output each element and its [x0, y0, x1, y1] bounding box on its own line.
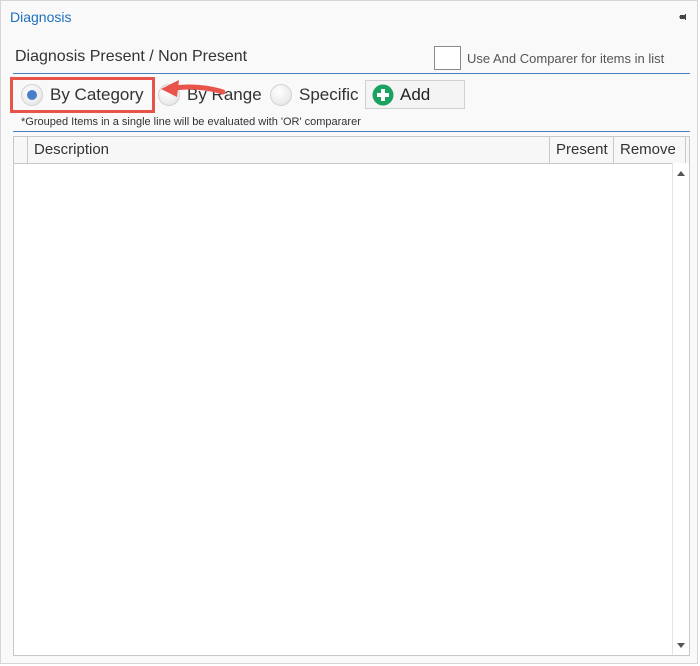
radio-specific[interactable]: Specific — [270, 84, 359, 106]
panel-title: Diagnosis — [10, 9, 72, 25]
scroll-up-icon[interactable] — [673, 165, 689, 181]
section-title: Diagnosis Present / Non Present — [15, 48, 248, 65]
diagnosis-panel: Diagnosis Diagnosis Present / Non Presen… — [0, 0, 698, 664]
section-divider — [13, 73, 690, 74]
diagnosis-grid: Description Present Remove — [13, 136, 690, 656]
add-button[interactable]: Add — [365, 80, 465, 109]
use-and-comparer-label: Use And Comparer for items in list — [467, 51, 665, 66]
radio-label: Specific — [299, 85, 359, 104]
scroll-down-icon[interactable] — [673, 637, 689, 653]
callout-arrow-icon — [161, 80, 225, 97]
grid-header: Description Present Remove — [14, 137, 689, 164]
radio-button-circle[interactable] — [270, 84, 292, 106]
row-selector-header[interactable] — [14, 137, 28, 163]
plus-circle-icon — [372, 84, 394, 105]
column-header-remove[interactable]: Remove — [614, 137, 686, 163]
add-button-label: Add — [400, 84, 431, 104]
note-divider — [13, 131, 690, 132]
highlight-box — [10, 77, 155, 113]
grouping-note: *Grouped Items in a single line will be … — [21, 116, 361, 128]
column-header-present[interactable]: Present — [550, 137, 614, 163]
column-header-description[interactable]: Description — [28, 137, 550, 163]
vertical-scrollbar[interactable] — [672, 163, 689, 655]
use-and-comparer-checkbox[interactable] — [434, 46, 461, 70]
pin-icon[interactable] — [679, 13, 687, 21]
